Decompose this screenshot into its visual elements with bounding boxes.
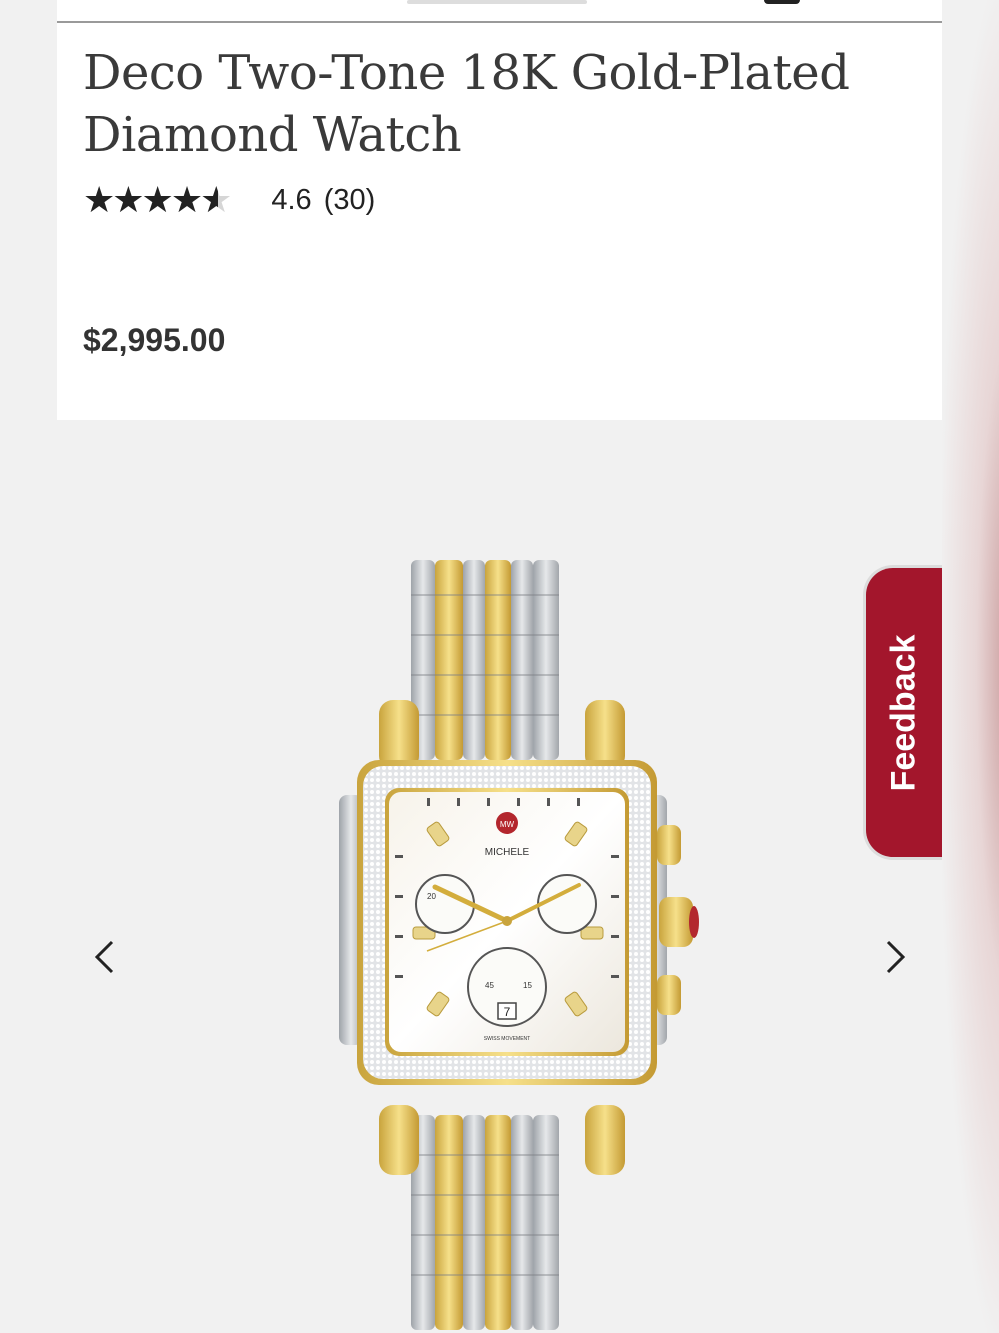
product-price: $2,995.00 — [83, 322, 226, 358]
rating-value: 4.6 — [271, 183, 312, 216]
svg-text:MW: MW — [500, 820, 515, 829]
bracelet-bottom — [411, 1115, 559, 1330]
product-title: Deco Two-Tone 18K Gold-Plated Diamond Wa… — [83, 45, 850, 163]
svg-text:20: 20 — [427, 892, 436, 901]
svg-text:SWISS MOVEMENT: SWISS MOVEMENT — [484, 1036, 530, 1042]
deco-two-tone-watch-image: MW MICHELE 20 45 15 7 SWISS MOVEMENT — [339, 560, 699, 1330]
rating-row[interactable]: ★★★★★ ★★★★★ 4.6 (30) — [83, 178, 375, 222]
chevron-right-icon[interactable] — [875, 932, 915, 982]
svg-text:45: 45 — [485, 981, 494, 990]
svg-text:15: 15 — [523, 981, 532, 990]
background-edge — [942, 0, 999, 1333]
bracelet-top — [411, 560, 559, 760]
divider — [57, 21, 942, 23]
star-rating-filled: ★★★★★ — [83, 180, 218, 220]
header-remnant — [407, 0, 587, 4]
svg-text:7: 7 — [504, 1005, 511, 1019]
rating-count[interactable]: (30) — [324, 184, 376, 217]
feedback-label: Feedback — [884, 634, 923, 791]
feedback-button[interactable]: Feedback — [863, 565, 942, 860]
svg-text:MICHELE: MICHELE — [485, 847, 530, 858]
header-icon-remnant — [764, 0, 800, 4]
product-info-card: Deco Two-Tone 18K Gold-Plated Diamond Wa… — [57, 0, 942, 420]
star-rating: ★★★★★ ★★★★★ — [83, 180, 232, 220]
chevron-left-icon[interactable] — [85, 932, 125, 982]
product-image-gallery[interactable]: MW MICHELE 20 45 15 7 SWISS MOVEMENT — [57, 420, 942, 1333]
